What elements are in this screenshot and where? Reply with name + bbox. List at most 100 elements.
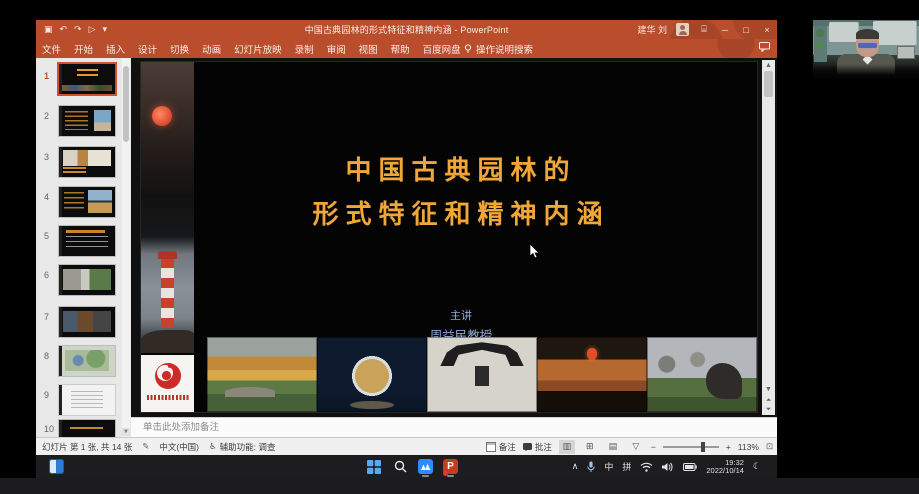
ribbon-tab-bar: 文件 开始 插入 设计 切换 动画 幻灯片放映 录制 审阅 视图 帮助 百度网盘… bbox=[36, 39, 777, 58]
tab-help[interactable]: 帮助 bbox=[391, 42, 410, 56]
thumb-scroll-down-icon[interactable]: ▼ bbox=[122, 428, 130, 436]
slide-scrollbar[interactable]: ▲ ▼ ⏶ ⏷ bbox=[762, 60, 775, 415]
powerpoint-taskbar-icon[interactable]: P bbox=[442, 458, 459, 475]
slide-sorter-view-button[interactable]: ⊞ bbox=[582, 440, 598, 454]
slide-thumbnail-10[interactable] bbox=[59, 420, 115, 437]
thumb-number: 9 bbox=[44, 390, 49, 400]
photo-lantern-interior bbox=[537, 337, 647, 412]
lightbulb-search-icon bbox=[464, 44, 472, 54]
minimize-button[interactable]: ─ bbox=[719, 25, 731, 35]
taskbar-clock[interactable]: 19:322022/10/14 bbox=[706, 459, 744, 475]
current-slide[interactable]: 中国古典园林的 形式特征和精神内涵 主讲 周益民教授 2022年10月14日 bbox=[141, 62, 757, 412]
close-button[interactable]: × bbox=[761, 25, 773, 35]
lighthouse bbox=[161, 258, 174, 328]
accessibility-status[interactable]: ♿ 辅助功能: 调查 bbox=[209, 441, 275, 453]
focus-assist-moon-icon[interactable]: ☾ bbox=[753, 461, 761, 472]
slide-thumbnail-2[interactable] bbox=[59, 106, 115, 136]
tray-chevron-icon[interactable]: ∧ bbox=[572, 461, 579, 472]
tab-view[interactable]: 视图 bbox=[359, 42, 378, 56]
zoom-slider-knob[interactable] bbox=[701, 442, 705, 452]
tab-review[interactable]: 审阅 bbox=[327, 42, 346, 56]
next-slide-icon[interactable]: ⏷ bbox=[762, 406, 775, 414]
scroll-down-icon[interactable]: ▼ bbox=[762, 386, 775, 393]
ribbon-display-options-icon[interactable]: ⌸ bbox=[698, 24, 710, 35]
photo-moon-gate-night bbox=[317, 337, 427, 412]
shelf-with-plants bbox=[814, 26, 827, 62]
zoom-in-button[interactable]: + bbox=[726, 442, 731, 452]
signed-in-user[interactable]: 建华 刘 bbox=[637, 23, 667, 36]
avatar[interactable] bbox=[676, 23, 689, 36]
tab-file[interactable]: 文件 bbox=[42, 42, 61, 56]
photo-pavilion-white-wall bbox=[427, 337, 537, 412]
workspace: 1 2 3 4 5 6 7 8 9 10 ▲ bbox=[36, 58, 777, 437]
notes-toggle[interactable]: 备注 bbox=[486, 441, 516, 453]
tab-animations[interactable]: 动画 bbox=[202, 42, 221, 56]
previous-slide-icon[interactable]: ⏶ bbox=[762, 397, 775, 405]
slide-title[interactable]: 中国古典园林的 形式特征和精神内涵 bbox=[181, 148, 741, 236]
spell-check-icon[interactable]: ✎ bbox=[142, 441, 149, 452]
normal-view-button[interactable]: ▥ bbox=[559, 440, 575, 454]
logo-text bbox=[147, 395, 189, 400]
tab-design[interactable]: 设计 bbox=[138, 42, 157, 56]
widgets-app-icon[interactable] bbox=[48, 458, 65, 475]
ime-mode-button[interactable]: 拼 bbox=[622, 460, 631, 473]
powerpoint-window: ▣ ↶ ↷ ▷ ▾ 中国古典园林的形式特征和精神内涵 - PowerPoint … bbox=[36, 20, 777, 455]
cabinet bbox=[829, 22, 859, 42]
speaker-icon[interactable] bbox=[662, 462, 674, 472]
slideshow-view-button[interactable]: ▽ bbox=[628, 440, 644, 454]
language-indicator[interactable]: 中文(中国) bbox=[159, 441, 199, 453]
meeting-screen-share: ▣ ↶ ↷ ▷ ▾ 中国古典园林的形式特征和精神内涵 - PowerPoint … bbox=[0, 0, 919, 494]
slide-thumbnail-5[interactable] bbox=[59, 226, 115, 256]
tell-me-search[interactable]: 操作说明搜索 bbox=[464, 39, 533, 58]
slide-thumbnail-4[interactable] bbox=[59, 187, 115, 217]
thumb-number: 10 bbox=[44, 424, 54, 434]
picture-frames bbox=[897, 46, 915, 59]
zoom-slider[interactable] bbox=[663, 446, 719, 448]
fit-slide-to-window-icon[interactable]: ⊡ bbox=[766, 441, 773, 452]
thumbnail-scrollbar[interactable] bbox=[122, 58, 130, 437]
windows-taskbar: P ∧ 中 拼 19:322022/10/14 ☾ bbox=[36, 455, 777, 478]
zoom-out-button[interactable]: − bbox=[651, 442, 656, 452]
thumb-number: 6 bbox=[44, 270, 49, 280]
slide-thumbnail-9[interactable] bbox=[59, 385, 115, 415]
notes-icon bbox=[486, 442, 496, 452]
video-shadow bbox=[813, 64, 919, 78]
tab-transitions[interactable]: 切换 bbox=[170, 42, 189, 56]
scrollbar-thumb[interactable] bbox=[764, 71, 773, 97]
cabinet bbox=[873, 21, 917, 45]
tab-record[interactable]: 录制 bbox=[295, 42, 314, 56]
restore-button[interactable]: □ bbox=[740, 25, 752, 35]
thumb-number: 8 bbox=[44, 351, 49, 361]
slide-thumbnail-8[interactable] bbox=[59, 346, 115, 376]
tab-baidu-netdisk[interactable]: 百度网盘 bbox=[423, 42, 461, 56]
slide-thumbnail-6[interactable] bbox=[59, 265, 115, 295]
search-icon[interactable] bbox=[392, 458, 409, 475]
microphone-icon[interactable] bbox=[587, 461, 595, 473]
thumb-number: 1 bbox=[44, 71, 49, 81]
slide-thumbnail-1[interactable] bbox=[59, 64, 115, 94]
reading-view-button[interactable]: ▤ bbox=[605, 440, 621, 454]
tab-insert[interactable]: 插入 bbox=[106, 42, 125, 56]
garden-photo-strip bbox=[207, 337, 757, 412]
zoom-level[interactable]: 113% bbox=[738, 442, 759, 452]
notes-pane[interactable]: 单击此处添加备注 bbox=[131, 417, 777, 437]
battery-icon[interactable] bbox=[683, 463, 697, 471]
glasses bbox=[858, 43, 877, 48]
comments-icon[interactable] bbox=[759, 42, 770, 52]
comments-toggle[interactable]: 批注 bbox=[523, 441, 552, 453]
search-label: 操作说明搜索 bbox=[476, 42, 533, 56]
photo-park-sculpture bbox=[647, 337, 757, 412]
tab-home[interactable]: 开始 bbox=[74, 42, 93, 56]
participant-video-tile[interactable] bbox=[813, 20, 919, 78]
wifi-icon[interactable] bbox=[640, 462, 653, 472]
start-button[interactable] bbox=[365, 458, 382, 475]
slide-thumbnail-3[interactable] bbox=[59, 147, 115, 177]
ime-language-button[interactable]: 中 bbox=[604, 460, 613, 473]
thumb-number: 7 bbox=[44, 312, 49, 322]
accessibility-icon: ♿ bbox=[209, 441, 217, 452]
tencent-meeting-icon[interactable] bbox=[417, 458, 434, 475]
scroll-up-icon[interactable]: ▲ bbox=[762, 62, 775, 69]
slide-thumbnail-7[interactable] bbox=[59, 307, 115, 337]
tab-slideshow[interactable]: 幻灯片放映 bbox=[234, 42, 282, 56]
status-bar: 幻灯片 第 1 张, 共 14 张 ✎ 中文(中国) ♿ 辅助功能: 调查 备注… bbox=[36, 437, 777, 455]
